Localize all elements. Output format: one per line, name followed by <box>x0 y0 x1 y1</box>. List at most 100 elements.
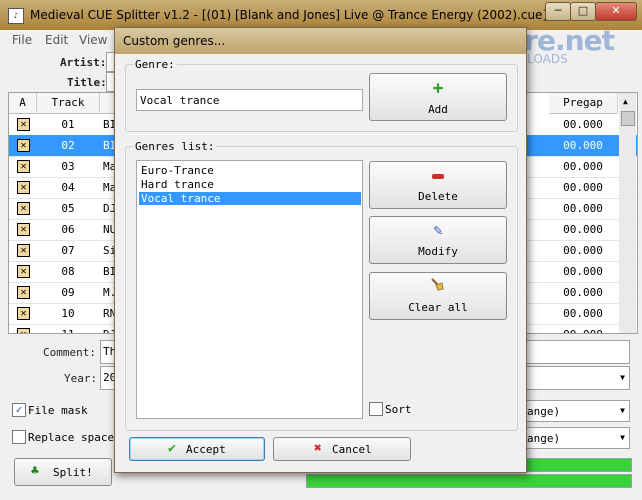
broom-icon <box>430 277 444 291</box>
track-enabled-checkbox[interactable]: ✕ <box>17 286 30 299</box>
track-enabled-checkbox[interactable]: ✕ <box>17 202 30 215</box>
comment-field-right[interactable] <box>526 340 630 364</box>
track-pregap: 00.000 <box>563 139 603 152</box>
delete-button-label: Delete <box>418 190 458 203</box>
add-button[interactable]: + Add <box>369 73 507 121</box>
track-pregap: 00.000 <box>563 202 603 215</box>
col-header-title[interactable] <box>100 93 115 114</box>
genre-list-item-selected[interactable]: Vocal trance <box>139 192 361 205</box>
genre-input-value: Vocal trance <box>140 94 220 107</box>
app-icon: ♪ <box>8 8 24 24</box>
clear-all-button[interactable]: Clear all <box>369 272 507 320</box>
track-number: 07 <box>61 244 75 257</box>
artist-label: Artist: <box>60 56 107 69</box>
track-number: 02 <box>61 139 75 152</box>
modify-button[interactable]: ✎ Modify <box>369 216 507 264</box>
table-scrollbar[interactable]: ▲ <box>619 93 636 333</box>
col-header-a[interactable]: A <box>9 93 37 114</box>
modify-button-label: Modify <box>418 245 458 258</box>
checkmark-icon: ✔ <box>168 441 176 456</box>
window-title: Medieval CUE Splitter v1.2 - [(01) [Blan… <box>30 8 548 22</box>
delete-button[interactable]: Delete <box>369 161 507 209</box>
split-icon: ♣ <box>31 464 39 479</box>
chevron-down-icon: ▼ <box>620 373 625 382</box>
track-enabled-checkbox[interactable]: ✕ <box>17 307 30 320</box>
close-icon: ✖ <box>314 441 322 456</box>
track-pregap: 00.000 <box>563 181 603 194</box>
track-pregap: 00.000 <box>563 265 603 278</box>
comment-label: Comment: <box>43 346 96 359</box>
file-mask-label: File mask <box>28 404 88 417</box>
genre-combo-main[interactable]: ▼ <box>526 366 630 390</box>
add-button-label: Add <box>428 103 448 116</box>
split-button-label: Split! <box>53 466 93 479</box>
progress-bar-bottom <box>306 474 632 488</box>
cancel-button[interactable]: ✖ Cancel <box>273 437 411 461</box>
year-label: Year: <box>64 372 98 385</box>
clear-all-button-label: Clear all <box>408 301 468 314</box>
plus-icon: + <box>432 78 444 99</box>
track-enabled-checkbox[interactable]: ✕ <box>17 160 30 173</box>
track-enabled-checkbox[interactable]: ✕ <box>17 328 30 333</box>
cancel-button-label: Cancel <box>332 443 372 456</box>
track-number: 06 <box>61 223 75 236</box>
file-mask-combo[interactable]: ange) ▼ <box>526 400 630 422</box>
track-pregap: 00.000 <box>563 118 603 131</box>
split-button[interactable]: ♣ Split! <box>14 458 112 486</box>
file-mask-combo-value: ange) <box>527 405 561 418</box>
track-enabled-checkbox[interactable]: ✕ <box>17 139 30 152</box>
scroll-thumb[interactable] <box>621 111 635 126</box>
track-enabled-checkbox[interactable]: ✕ <box>17 265 30 278</box>
track-number: 08 <box>61 265 75 278</box>
track-enabled-checkbox[interactable]: ✕ <box>17 118 30 131</box>
dialog-title: Custom genres... <box>123 34 226 48</box>
minimize-button[interactable]: ─ <box>545 2 571 21</box>
pencil-icon: ✎ <box>433 221 443 239</box>
track-number: 05 <box>61 202 75 215</box>
sort-label: Sort <box>385 403 412 416</box>
track-pregap: 00.000 <box>563 223 603 236</box>
genre-list-item[interactable]: Euro-Trance <box>139 164 361 177</box>
replace-combo[interactable]: ange) ▼ <box>526 427 630 449</box>
genres-listbox[interactable]: Euro-Trance Hard trance Vocal trance <box>136 160 363 419</box>
replace-spaces-label: Replace space <box>28 431 115 444</box>
close-button[interactable]: ✕ <box>595 2 637 21</box>
track-number: 09 <box>61 286 75 299</box>
replace-spaces-checkbox[interactable] <box>12 430 26 444</box>
track-number: 11 <box>37 328 99 333</box>
file-mask-checkbox[interactable]: ✓ <box>12 403 26 417</box>
track-pregap: 00.000 <box>563 307 603 320</box>
col-header-track[interactable]: Track <box>37 93 100 114</box>
dialog-titlebar: Custom genres... <box>115 28 526 54</box>
genre-input[interactable]: Vocal trance <box>136 89 363 111</box>
track-pregap: 00.000 <box>549 328 617 333</box>
replace-combo-value: ange) <box>527 432 561 445</box>
track-pregap: 00.000 <box>563 160 603 173</box>
title-label: Title: <box>67 76 107 89</box>
genre-list-item[interactable]: Hard trance <box>139 178 361 191</box>
track-pregap: 00.000 <box>563 244 603 257</box>
track-enabled-checkbox[interactable]: ✕ <box>17 244 30 257</box>
scroll-up-icon[interactable]: ▲ <box>623 97 628 106</box>
genre-group-caption: Genre: <box>133 58 177 71</box>
menu-file[interactable]: File <box>12 33 32 47</box>
track-enabled-checkbox[interactable]: ✕ <box>17 181 30 194</box>
track-pregap: 00.000 <box>563 286 603 299</box>
custom-genres-dialog: Custom genres... Genre: Vocal trance + A… <box>114 27 527 473</box>
track-number: 03 <box>61 160 75 173</box>
maximize-button[interactable]: □ <box>570 2 596 21</box>
col-header-pregap[interactable]: Pregap <box>549 93 618 114</box>
chevron-down-icon: ▼ <box>620 406 625 415</box>
accept-button-label: Accept <box>186 443 226 456</box>
accept-button[interactable]: ✔ Accept <box>129 437 265 461</box>
minus-icon <box>432 174 444 179</box>
chevron-down-icon: ▼ <box>620 433 625 442</box>
sort-checkbox[interactable] <box>369 402 383 416</box>
menu-view[interactable]: View <box>79 33 107 47</box>
genres-list-caption: Genres list: <box>133 140 217 153</box>
track-enabled-checkbox[interactable]: ✕ <box>17 223 30 236</box>
track-number: 04 <box>61 181 75 194</box>
track-number: 10 <box>61 307 75 320</box>
menu-edit[interactable]: Edit <box>45 33 68 47</box>
track-number: 01 <box>61 118 75 131</box>
